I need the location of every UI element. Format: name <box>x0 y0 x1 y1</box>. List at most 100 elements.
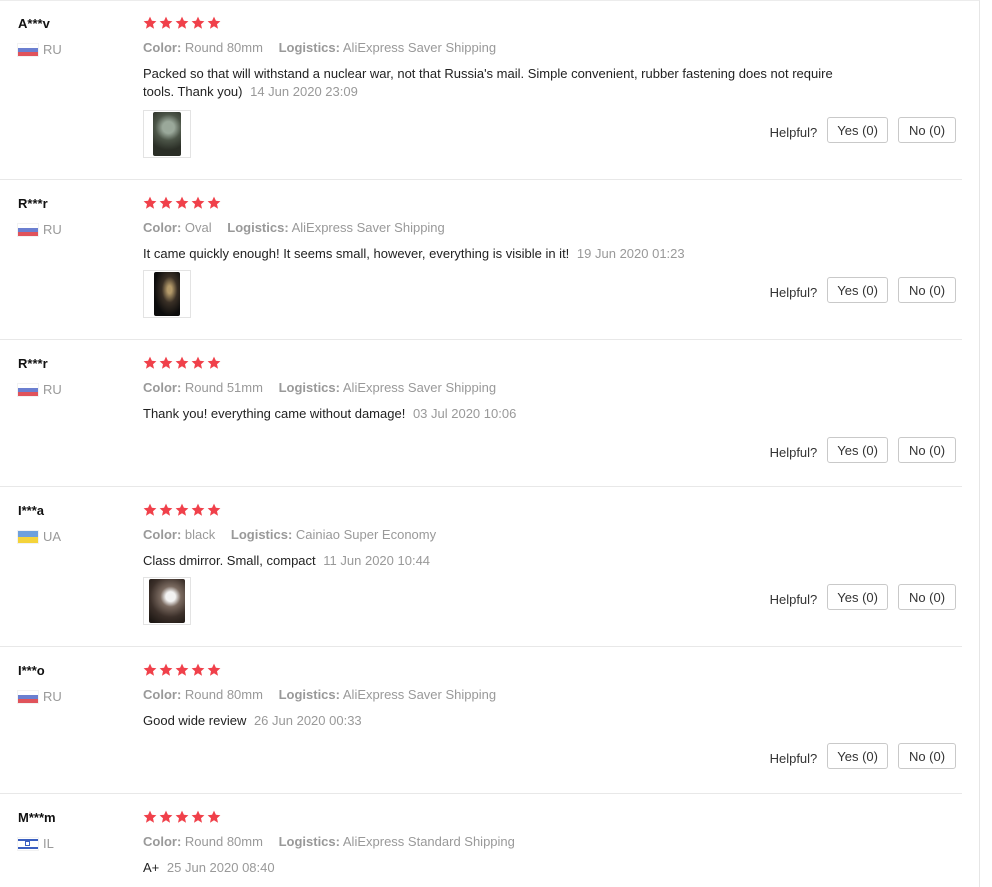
ru-flag-icon <box>18 690 38 703</box>
country-code: RU <box>43 222 62 237</box>
star-icon <box>207 16 221 29</box>
logistics-value: Cainiao Super Economy <box>295 527 437 542</box>
yes-button[interactable]: Yes (0) <box>827 743 888 769</box>
star-icon <box>143 196 157 209</box>
color-label: Color: <box>143 380 182 395</box>
yes-button[interactable]: Yes (0) <box>827 277 888 303</box>
helpful-label: Helpful? <box>769 591 818 607</box>
star-icon <box>143 356 157 369</box>
reviewer-country: RU <box>18 382 62 397</box>
logistics-label: Logistics: <box>227 220 289 235</box>
logistics-value: AliExpress Standard Shipping <box>342 834 515 849</box>
star-icon <box>159 356 173 369</box>
star-rating <box>143 196 221 210</box>
review-item: M***m IL Color: Round 80mm Logistics: Al… <box>0 794 962 887</box>
star-icon <box>191 16 205 29</box>
star-rating <box>143 810 221 824</box>
no-button[interactable]: No (0) <box>898 743 956 769</box>
star-icon <box>191 196 205 209</box>
star-icon <box>159 810 173 823</box>
logistics-value: AliExpress Saver Shipping <box>342 687 497 702</box>
color-value: Round 80mm <box>184 40 263 55</box>
review-meta: Color: Round 51mm Logistics: AliExpress … <box>143 380 496 395</box>
star-icon <box>143 810 157 823</box>
review-meta: Color: Round 80mm Logistics: AliExpress … <box>143 834 515 849</box>
reviewer-country: RU <box>18 42 62 57</box>
review-body: It came quickly enough! It seems small, … <box>143 246 570 261</box>
review-date: 03 Jul 2020 10:06 <box>412 406 517 421</box>
color-value: black <box>184 527 216 542</box>
reviewer-name: R***r <box>18 196 48 211</box>
color-value: Round 51mm <box>184 380 263 395</box>
star-icon <box>207 503 221 516</box>
star-icon <box>191 356 205 369</box>
logistics-label: Logistics: <box>278 380 340 395</box>
reviewer-country: IL <box>18 836 54 851</box>
review-body: Packed so that will withstand a nuclear … <box>143 66 833 99</box>
star-rating <box>143 503 221 517</box>
photo-thumbnail <box>154 272 180 316</box>
review-body: A+ <box>143 860 160 875</box>
review-date: 19 Jun 2020 01:23 <box>576 246 685 261</box>
logistics-value: AliExpress Saver Shipping <box>342 40 497 55</box>
review-body: Thank you! everything came without damag… <box>143 406 406 421</box>
star-icon <box>175 503 189 516</box>
reviewer-name: I***a <box>18 503 45 518</box>
review-text: A+ 25 Jun 2020 08:40 <box>143 859 833 877</box>
star-icon <box>175 196 189 209</box>
star-icon <box>143 503 157 516</box>
yes-button[interactable]: Yes (0) <box>827 117 888 143</box>
star-icon <box>191 810 205 823</box>
reviewer-country: RU <box>18 689 62 704</box>
color-label: Color: <box>143 834 182 849</box>
color-value: Round 80mm <box>184 687 263 702</box>
review-text: Good wide review 26 Jun 2020 00:33 <box>143 712 833 730</box>
helpful-label: Helpful? <box>769 284 818 300</box>
star-rating <box>143 663 221 677</box>
helpful-vote: Helpful? Yes (0) No (0) <box>770 743 956 769</box>
review-item: R***r RU Color: Oval Logistics: AliExpre… <box>0 180 962 340</box>
helpful-label: Helpful? <box>769 750 818 766</box>
no-button[interactable]: No (0) <box>898 117 956 143</box>
country-code: RU <box>43 42 62 57</box>
ru-flag-icon <box>18 43 38 56</box>
star-icon <box>175 810 189 823</box>
review-date: 14 Jun 2020 23:09 <box>250 84 358 99</box>
logistics-label: Logistics: <box>278 687 340 702</box>
review-meta: Color: Round 80mm Logistics: AliExpress … <box>143 40 496 55</box>
review-date: 25 Jun 2020 08:40 <box>166 860 275 875</box>
reviewer-country: UA <box>18 529 61 544</box>
no-button[interactable]: No (0) <box>898 437 956 463</box>
review-photo[interactable] <box>143 577 191 625</box>
color-label: Color: <box>143 527 182 542</box>
logistics-value: AliExpress Saver Shipping <box>342 380 497 395</box>
reviewer-name: A***v <box>18 16 50 31</box>
review-photo[interactable] <box>143 270 191 318</box>
review-meta: Color: Round 80mm Logistics: AliExpress … <box>143 687 496 702</box>
review-photo[interactable] <box>143 110 191 158</box>
review-meta: Color: Oval Logistics: AliExpress Saver … <box>143 220 445 235</box>
no-button[interactable]: No (0) <box>898 584 956 610</box>
ru-flag-icon <box>18 383 38 396</box>
reviewer-name: I***o <box>18 663 45 678</box>
yes-button[interactable]: Yes (0) <box>827 584 888 610</box>
helpful-label: Helpful? <box>769 444 818 460</box>
logistics-value: AliExpress Saver Shipping <box>291 220 445 235</box>
yes-button[interactable]: Yes (0) <box>827 437 888 463</box>
star-icon <box>175 356 189 369</box>
star-icon <box>159 503 173 516</box>
logistics-label: Logistics: <box>278 40 340 55</box>
review-meta: Color: black Logistics: Cainiao Super Ec… <box>143 527 436 542</box>
no-button[interactable]: No (0) <box>898 277 956 303</box>
star-icon <box>143 16 157 29</box>
star-icon <box>159 663 173 676</box>
il-flag-icon <box>18 837 38 850</box>
photo-thumbnail <box>153 112 181 156</box>
review-text: Thank you! everything came without damag… <box>143 405 833 423</box>
review-body: Class dmirror. Small, compact <box>143 553 316 568</box>
ua-flag-icon <box>18 530 38 543</box>
review-item: A***v RU Color: Round 80mm Logistics: Al… <box>0 0 962 180</box>
star-icon <box>143 663 157 676</box>
star-icon <box>207 810 221 823</box>
country-code: IL <box>43 836 54 851</box>
